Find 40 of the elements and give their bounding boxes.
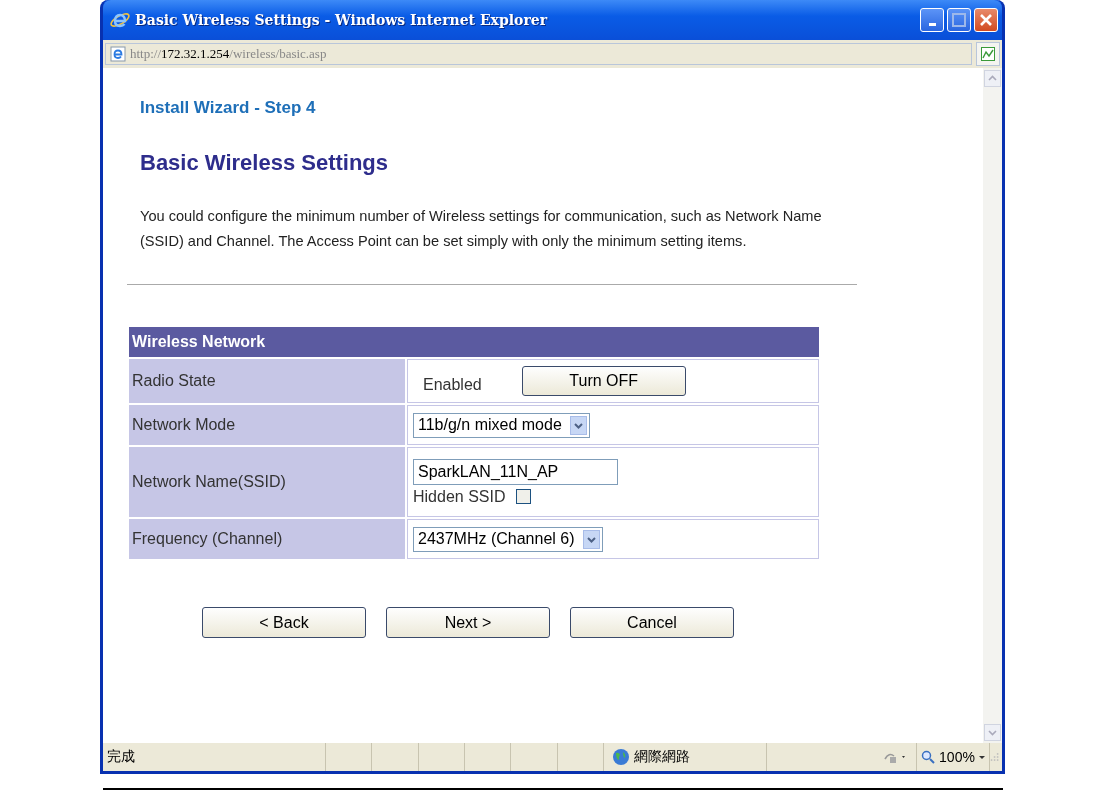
wizard-button[interactable]: Cancel	[570, 607, 734, 638]
zoom-button[interactable]: 100%	[917, 743, 990, 771]
magnifier-icon	[921, 750, 936, 764]
close-button[interactable]	[974, 8, 998, 32]
setting-label: Network Name(SSID)	[129, 447, 405, 517]
resize-grip-icon[interactable]	[989, 751, 999, 763]
minimize-icon	[928, 23, 936, 26]
hidden-ssid-checkbox[interactable]	[515, 489, 531, 504]
dropdown-arrow-icon	[978, 755, 985, 759]
setting-label: Frequency (Channel)	[129, 519, 405, 559]
page-icon	[110, 46, 126, 62]
scroll-up-icon[interactable]	[984, 70, 1001, 87]
setting-label: Radio State	[129, 359, 405, 403]
checkbox-label: Hidden SSID	[413, 487, 506, 506]
dropdown[interactable]: 2437MHz (Channel 6)	[413, 526, 603, 552]
dropdown[interactable]: 11b/g/n mixed mode	[413, 412, 590, 438]
scrollbar[interactable]	[983, 68, 1002, 743]
setting-label: Network Mode	[129, 405, 405, 445]
page-chart-icon	[980, 46, 996, 62]
zone-text: 網際網路	[633, 748, 690, 766]
minimize-button[interactable]	[920, 8, 944, 32]
window-title: Basic Wireless Settings - Windows Internet Explorer	[135, 12, 549, 28]
maximize-button[interactable]	[947, 8, 971, 32]
scroll-down-icon[interactable]	[984, 724, 1001, 741]
globe-icon	[611, 748, 630, 766]
wizard-button[interactable]: < Back	[202, 607, 366, 638]
url-text: http://172.32.1.254/wireless/basic.asp	[130, 46, 327, 62]
ssid-input[interactable]: SparkLAN_11N_AP	[413, 458, 618, 485]
status-text: 完成	[103, 743, 326, 771]
turn-off-button[interactable]: Turn OFF	[521, 366, 686, 396]
table-header: Wireless Network	[129, 327, 819, 357]
address-field[interactable]: http://172.32.1.254/wireless/basic.asp	[105, 43, 972, 65]
close-icon	[979, 13, 993, 27]
description-text: You could configure the minimum number of Wireless settings for communication, such as Network Name (SSID) and Channel. The Access Point can be set simply with only the minimum setting items.	[140, 207, 823, 251]
status-text: Enabled	[423, 376, 482, 394]
compatibility-button[interactable]	[976, 42, 1000, 66]
maximize-icon	[952, 13, 966, 27]
wizard-step-title: Install Wizard - Step 4	[140, 98, 317, 118]
wizard-button[interactable]: Next >	[386, 607, 550, 638]
page-heading: Basic Wireless Settings	[140, 150, 389, 176]
